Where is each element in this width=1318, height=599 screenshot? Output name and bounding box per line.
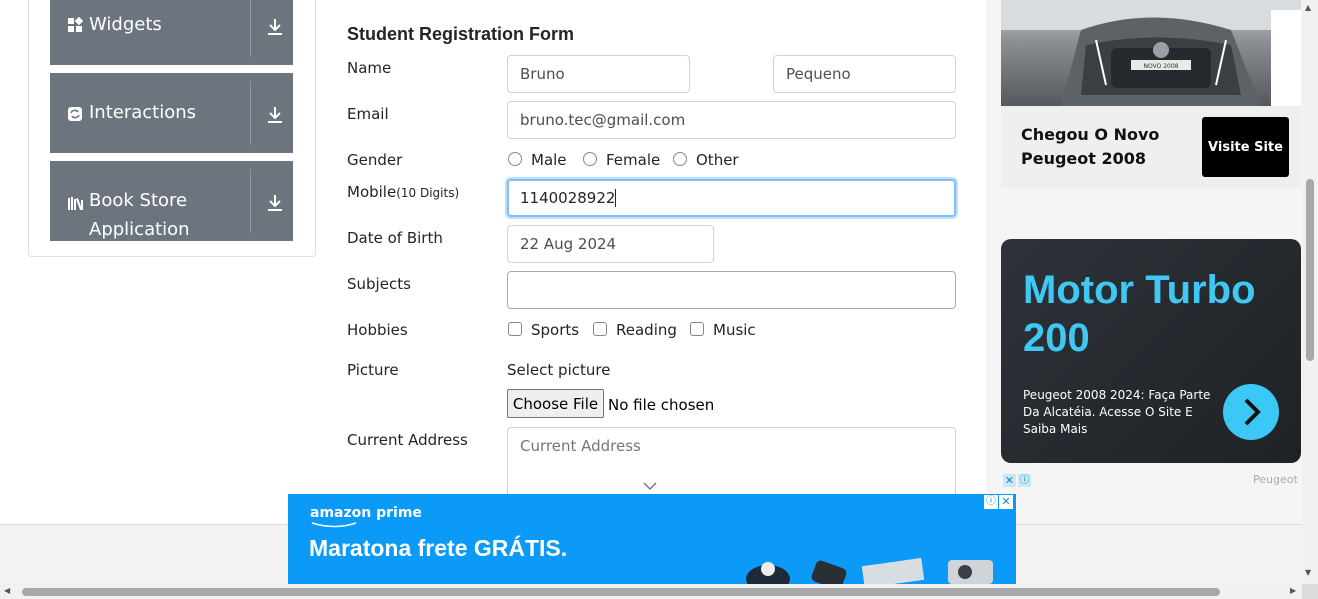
gender-other-label[interactable]: Other bbox=[696, 151, 739, 169]
scroll-up-icon[interactable]: ▲ bbox=[1305, 3, 1311, 12]
widgets-icon bbox=[68, 17, 83, 32]
no-file-chosen-text: No file chosen bbox=[608, 396, 715, 414]
hobby-music-label[interactable]: Music bbox=[713, 321, 756, 339]
select-picture-label: Select picture bbox=[507, 361, 611, 379]
sidebar-group-label: Widgets bbox=[89, 14, 162, 35]
sidebar-group-label-line2: Application bbox=[89, 219, 190, 240]
vertical-scroll-thumb[interactable] bbox=[1306, 179, 1314, 361]
hobby-reading-label[interactable]: Reading bbox=[616, 321, 677, 339]
dob-input[interactable]: 22 Aug 2024 bbox=[507, 225, 714, 263]
hobby-music-checkbox[interactable] bbox=[690, 322, 704, 336]
turbo-ad-description: Peugeot 2008 2024: Faça Parte Da Alcatéi… bbox=[1023, 388, 1211, 436]
gender-male-radio[interactable] bbox=[508, 152, 522, 166]
mobile-label-text: Mobile bbox=[347, 183, 397, 201]
book-store-icon bbox=[68, 197, 83, 210]
ad-info-icon[interactable]: ⓘ bbox=[984, 495, 998, 509]
gender-male-label[interactable]: Male bbox=[531, 151, 567, 169]
form-title: Student Registration Form bbox=[347, 24, 575, 44]
dob-label: Date of Birth bbox=[347, 229, 443, 247]
subjects-label: Subjects bbox=[347, 275, 411, 293]
scroll-down-icon[interactable]: ▼ bbox=[1305, 568, 1311, 577]
mobile-value: 1140028922 bbox=[520, 189, 616, 207]
products-graphic bbox=[746, 557, 993, 584]
subjects-input[interactable] bbox=[507, 271, 956, 309]
interactions-icon bbox=[68, 107, 82, 121]
visit-site-button[interactable]: Visite Site bbox=[1202, 117, 1289, 177]
sidebar-group-widgets[interactable]: Widgets bbox=[50, 0, 293, 65]
sidebar-group-book-store[interactable]: Book Store Application bbox=[50, 161, 293, 241]
sidebar-group-interactions[interactable]: Interactions bbox=[50, 73, 293, 153]
email-input[interactable]: bruno.tec@gmail.com bbox=[507, 101, 956, 139]
ad-close-icon[interactable]: ✕ bbox=[1003, 474, 1016, 487]
download-icon[interactable] bbox=[264, 192, 286, 214]
ad-close-icon[interactable]: ✕ bbox=[999, 495, 1013, 509]
gender-label: Gender bbox=[347, 151, 403, 169]
text-caret bbox=[615, 189, 617, 207]
email-label: Email bbox=[347, 105, 389, 123]
download-icon[interactable] bbox=[264, 16, 286, 38]
amazon-smile-icon bbox=[311, 522, 357, 528]
car-ad-title-line1: Chegou O Novo bbox=[1021, 125, 1160, 144]
scrollbar-corner bbox=[1302, 584, 1318, 599]
amazon-prime-logo: amazon prime bbox=[310, 505, 422, 521]
car-plate-text: NOVO 2008 bbox=[1143, 63, 1178, 70]
name-label: Name bbox=[347, 59, 392, 77]
hobbies-label: Hobbies bbox=[347, 321, 408, 339]
divider bbox=[250, 0, 251, 57]
car-ad-image[interactable]: NOVO 2008 bbox=[1001, 0, 1301, 106]
scroll-left-icon[interactable]: ◀ bbox=[4, 586, 10, 595]
first-name-input[interactable]: Bruno bbox=[507, 55, 690, 93]
choose-file-button[interactable]: Choose File bbox=[507, 389, 604, 418]
last-name-input[interactable]: Pequeno bbox=[773, 55, 956, 93]
current-address-label: Current Address bbox=[347, 431, 468, 449]
horizontal-scrollbar[interactable]: ◀ ▶ bbox=[0, 584, 1302, 599]
car-ad-title-line2: Peugeot 2008 bbox=[1021, 149, 1147, 168]
hobby-sports-label[interactable]: Sports bbox=[531, 321, 579, 339]
mobile-input[interactable]: 1140028922 bbox=[507, 179, 956, 217]
picture-label: Picture bbox=[347, 361, 399, 379]
gender-female-radio[interactable] bbox=[583, 152, 597, 166]
hobby-sports-checkbox[interactable] bbox=[508, 322, 522, 336]
horizontal-scroll-thumb[interactable] bbox=[22, 588, 1220, 596]
gender-female-label[interactable]: Female bbox=[606, 151, 660, 169]
download-icon[interactable] bbox=[264, 104, 286, 126]
chevron-right-icon bbox=[1244, 398, 1261, 426]
car-photo-graphic: NOVO 2008 bbox=[1001, 0, 1301, 106]
gender-other-radio[interactable] bbox=[673, 152, 687, 166]
vertical-scrollbar[interactable]: ▲ ▼ bbox=[1302, 0, 1318, 584]
mobile-label: Mobile(10 Digits) bbox=[347, 183, 459, 201]
turbo-ad-arrow-button[interactable] bbox=[1223, 384, 1279, 440]
scroll-right-icon[interactable]: ▶ bbox=[1290, 586, 1296, 595]
sidebar-group-label: Interactions bbox=[89, 102, 197, 123]
ad-brand-tag: Peugeot bbox=[1253, 473, 1298, 486]
mobile-hint: (10 Digits) bbox=[396, 186, 460, 200]
amazon-headline: Maratona frete GRÁTIS. bbox=[309, 535, 568, 561]
hobby-reading-checkbox[interactable] bbox=[593, 322, 607, 336]
turbo-ad-title: Motor Turbo 200 bbox=[1023, 268, 1256, 360]
divider bbox=[250, 81, 251, 145]
divider bbox=[250, 169, 251, 233]
amazon-ad-banner[interactable]: amazon prime Maratona frete GRÁTIS. ⓘ ✕ bbox=[288, 494, 1016, 584]
chevron-down-icon bbox=[643, 482, 657, 491]
ad-info-icon[interactable]: ⓘ bbox=[1018, 474, 1031, 487]
sidebar-group-label: Book Store bbox=[89, 190, 188, 211]
